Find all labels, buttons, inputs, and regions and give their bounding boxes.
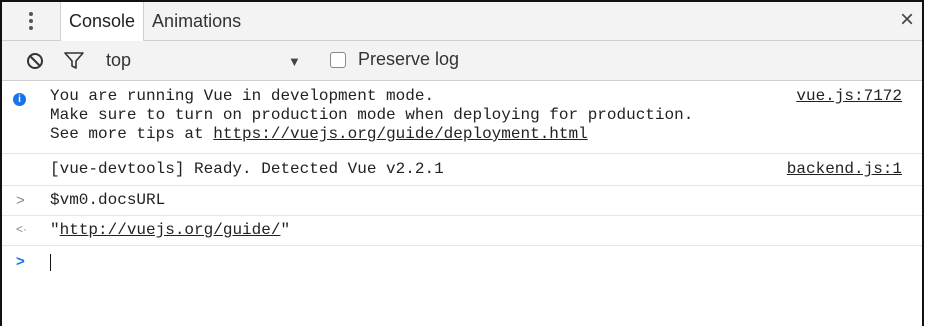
context-selector[interactable]: top: [106, 50, 131, 71]
message-line-3: See more tips at https://vuejs.org/guide…: [50, 125, 588, 144]
console-input-echo: > $vm0.docsURL: [2, 186, 922, 216]
console-toolbar: top ▼ Preserve log: [2, 41, 922, 81]
tab-animations-label: Animations: [152, 10, 242, 31]
tab-console[interactable]: Console: [60, 2, 145, 41]
message-text: [vue-devtools] Ready. Detected Vue v2.2.…: [50, 160, 444, 178]
clear-console-icon[interactable]: [26, 52, 44, 70]
text-cursor: [50, 254, 51, 271]
close-icon[interactable]: ×: [900, 8, 914, 32]
console-output: i You are running Vue in development mod…: [2, 81, 922, 280]
preserve-log-checkbox[interactable]: [330, 52, 346, 68]
console-result: <· "http://vuejs.org/guide/": [2, 216, 922, 246]
kebab-menu-icon[interactable]: [2, 2, 60, 40]
message-line-1: You are running Vue in development mode.: [50, 87, 435, 105]
input-prompt-icon: >: [16, 192, 25, 209]
source-link[interactable]: vue.js:7172: [796, 87, 902, 105]
chevron-down-icon[interactable]: ▼: [288, 54, 301, 69]
deployment-link[interactable]: https://vuejs.org/guide/deployment.html: [213, 125, 587, 143]
console-message-info: i You are running Vue in development mod…: [2, 81, 922, 154]
result-quote-close: ": [280, 221, 291, 239]
input-text: $vm0.docsURL: [50, 191, 166, 209]
result-quote-open: ": [50, 221, 60, 239]
source-link[interactable]: backend.js:1: [787, 160, 902, 178]
drawer-tabbar: Console Animations ×: [2, 2, 922, 41]
result-value: "http://vuejs.org/guide/": [50, 221, 290, 240]
tab-console-label: Console: [69, 11, 136, 31]
devtools-drawer: Console Animations × top ▼ Preserve log …: [0, 0, 924, 326]
prompt-caret-icon: >: [16, 253, 25, 270]
result-link[interactable]: http://vuejs.org/guide/: [60, 221, 281, 239]
result-prompt-icon: <·: [16, 222, 28, 236]
message-line-2: Make sure to turn on production mode whe…: [50, 106, 694, 124]
tab-animations[interactable]: Animations: [144, 2, 249, 40]
console-prompt[interactable]: >: [2, 246, 922, 280]
message-line-3-prefix: See more tips at: [50, 125, 214, 143]
filter-icon[interactable]: [64, 51, 84, 70]
preserve-log-label[interactable]: Preserve log: [358, 49, 459, 70]
info-icon: i: [13, 93, 26, 106]
console-message-log: [vue-devtools] Ready. Detected Vue v2.2.…: [2, 154, 922, 186]
